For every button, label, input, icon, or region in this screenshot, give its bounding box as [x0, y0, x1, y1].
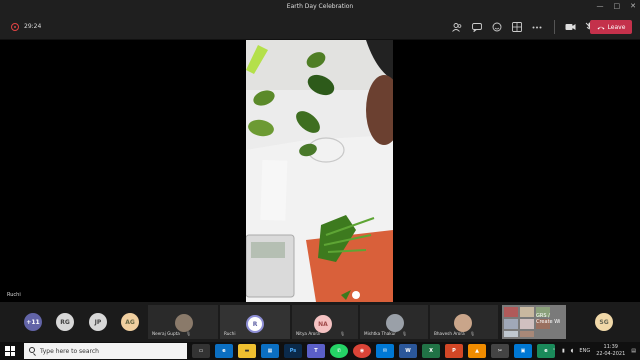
network-icon[interactable]: ▮	[562, 348, 565, 354]
mic-muted-icon: 🎙	[402, 331, 408, 336]
clock-date: 22-04-2021	[596, 351, 626, 357]
participants-icon[interactable]	[448, 20, 466, 34]
overflow-participants[interactable]: +11	[24, 313, 42, 331]
snipping-icon[interactable]: ✂	[491, 344, 509, 358]
participant-tile[interactable]: Neeraj Gupta 🎙	[148, 305, 218, 339]
camera-icon[interactable]	[561, 20, 579, 34]
chat-icon[interactable]	[468, 20, 486, 34]
edge-icon[interactable]: e	[215, 344, 233, 358]
avatar-self[interactable]: SG	[595, 313, 613, 331]
powerpoint-icon[interactable]: P	[445, 344, 463, 358]
photos-icon[interactable]: ▣	[514, 344, 532, 358]
shared-video	[246, 40, 393, 302]
avatar-rg[interactable]: RG	[56, 313, 74, 331]
mic-muted-icon: 🎙	[340, 331, 346, 336]
tray-chevron-icon[interactable]: ⌃	[552, 348, 556, 354]
taskbar-clock[interactable]: 11:39 22-04-2021	[596, 344, 625, 358]
notification-icon[interactable]: ▤	[631, 348, 636, 354]
vlc-icon[interactable]: ▲	[468, 344, 486, 358]
clock-time: 11:39	[603, 344, 618, 350]
participant-photo	[175, 314, 193, 332]
word-icon[interactable]: W	[399, 344, 417, 358]
title-bar: Earth Day Celebration — □ ✕	[0, 0, 640, 14]
taskbar: Type here to search ▭ e ▬ ▦ Ps T ✆ ◉ ✉ W…	[0, 342, 640, 360]
participant-name: Ruchi	[224, 331, 236, 336]
leave-button[interactable]: Leave	[590, 20, 632, 34]
window-controls: — □ ✕	[597, 2, 637, 10]
photoshop-icon[interactable]: Ps	[284, 344, 302, 358]
maximize-button[interactable]: □	[614, 2, 621, 10]
minimize-button[interactable]: —	[597, 2, 604, 10]
volume-icon[interactable]: ◖	[571, 348, 574, 354]
recording-icon	[11, 23, 19, 31]
leave-label: Leave	[607, 23, 626, 31]
system-tray: ⌃ ▮ ◖ ENG 11:39 22-04-2021 ▤	[552, 344, 636, 358]
whatsapp-icon[interactable]: ✆	[330, 344, 348, 358]
gallery-preview[interactable]: GRS / Create Wi	[502, 305, 566, 339]
window-title: Earth Day Celebration	[286, 3, 354, 10]
participants-roster: +11 RG JP AG Neeraj Gupta 🎙 R Ruchi NA N…	[0, 302, 640, 342]
excel-icon[interactable]: X	[422, 344, 440, 358]
participant-tile[interactable]: NA Nitya Arora 🎙	[292, 305, 358, 339]
mic-muted-icon: 🎙	[186, 331, 192, 336]
file-explorer-icon[interactable]: ▬	[238, 344, 256, 358]
rooms-icon[interactable]	[508, 20, 526, 34]
participant-photo	[386, 314, 404, 332]
avatar-jp[interactable]: JP	[89, 313, 107, 331]
taskbar-apps: ▭ e ▬ ▦ Ps T ✆ ◉ ✉ W X P ▲ ✂ ▣ e	[192, 344, 560, 358]
close-button[interactable]: ✕	[630, 2, 636, 10]
participant-name: Neeraj Gupta	[152, 331, 180, 336]
participant-name: Mishtka Thakur	[364, 331, 396, 336]
participant-tile-active[interactable]: R Ruchi	[220, 305, 290, 339]
store-icon[interactable]: ▦	[261, 344, 279, 358]
participant-name: Nitya Arora	[296, 331, 320, 336]
search-icon	[29, 347, 35, 353]
presenter-name: Ruchi	[7, 292, 21, 298]
mic-muted-icon: 🎙	[470, 331, 476, 336]
meeting-timer: 29:24	[24, 23, 42, 30]
task-view-icon[interactable]: ▭	[192, 344, 210, 358]
toolbar-divider	[554, 20, 555, 34]
phone-hangup-icon	[597, 26, 605, 29]
taskbar-search[interactable]: Type here to search	[24, 343, 187, 359]
mail-icon[interactable]: ✉	[376, 344, 394, 358]
participant-tile[interactable]: Bhavesh Arora 🎙	[430, 305, 498, 339]
meeting-stage: Ruchi	[0, 40, 640, 302]
more-icon[interactable]	[528, 20, 546, 34]
avatar-ag[interactable]: AG	[121, 313, 139, 331]
search-placeholder: Type here to search	[40, 347, 99, 355]
language-indicator[interactable]: ENG	[579, 348, 590, 354]
teams-icon[interactable]: T	[307, 344, 325, 358]
windows-start-icon[interactable]	[5, 346, 15, 356]
participant-tile[interactable]: Mishtka Thakur 🎙	[360, 305, 428, 339]
gallery-caption: GRS / Create Wi	[536, 313, 561, 325]
participant-photo	[454, 314, 472, 332]
participant-name: Bhavesh Arora	[434, 331, 465, 336]
meeting-toolbar: 29:24 Leave	[0, 14, 640, 40]
avatar-ruchi: R	[246, 315, 264, 333]
chrome-icon[interactable]: ◉	[353, 344, 371, 358]
reactions-icon[interactable]	[488, 20, 506, 34]
